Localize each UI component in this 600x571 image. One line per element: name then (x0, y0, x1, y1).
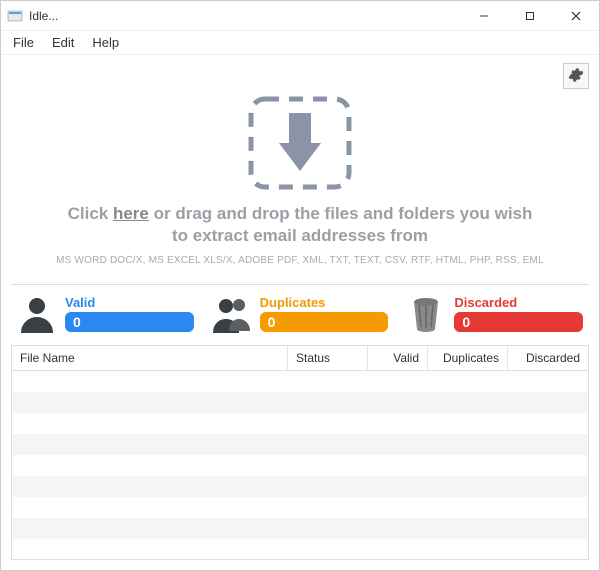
stat-duplicates: Duplicates 0 (212, 293, 389, 333)
menu-edit[interactable]: Edit (44, 33, 82, 52)
stat-valid-label: Valid (65, 295, 194, 310)
close-button[interactable] (553, 1, 599, 31)
maximize-button[interactable] (507, 1, 553, 31)
stat-discarded-label: Discarded (454, 295, 583, 310)
stat-discarded-body: Discarded 0 (454, 295, 583, 332)
stat-valid-count: 0 (65, 312, 194, 332)
table-row (12, 455, 588, 476)
col-discarded[interactable]: Discarded (508, 346, 588, 370)
table-row (12, 497, 588, 518)
stat-duplicates-count: 0 (260, 312, 389, 332)
file-table: File Name Status Valid Duplicates Discar… (11, 345, 589, 560)
instr-prefix: Click (68, 204, 113, 223)
col-valid[interactable]: Valid (368, 346, 428, 370)
stat-discarded-count: 0 (454, 312, 583, 332)
table-body (12, 371, 588, 559)
users-icon (212, 293, 252, 333)
col-status[interactable]: Status (288, 346, 368, 370)
stat-duplicates-label: Duplicates (260, 295, 389, 310)
stat-duplicates-body: Duplicates 0 (260, 295, 389, 332)
settings-button[interactable] (563, 63, 589, 89)
menu-help[interactable]: Help (84, 33, 127, 52)
titlebar-left: Idle... (7, 8, 58, 24)
browse-link[interactable]: here (113, 204, 149, 223)
minimize-button[interactable] (461, 1, 507, 31)
table-row (12, 371, 588, 392)
stat-valid-body: Valid 0 (65, 295, 194, 332)
instr-line2: to extract email addresses from (172, 226, 428, 245)
divider (11, 284, 589, 285)
stats-row: Valid 0 Duplicates 0 (11, 293, 589, 333)
table-row (12, 392, 588, 413)
drop-arrow-icon (245, 93, 355, 193)
supported-filetypes: MS WORD DOC/X, MS EXCEL XLS/X, ADOBE PDF… (56, 255, 544, 266)
drop-instructions: Click here or drag and drop the files an… (68, 203, 533, 247)
instr-mid: or drag and drop the files and folders y… (149, 204, 533, 223)
col-filename[interactable]: File Name (12, 346, 288, 370)
col-duplicates[interactable]: Duplicates (428, 346, 508, 370)
window-title: Idle... (29, 9, 58, 23)
menu-file[interactable]: File (5, 33, 42, 52)
toolbar-row (11, 63, 589, 89)
table-row (12, 476, 588, 497)
trash-icon (406, 293, 446, 333)
table-row (12, 434, 588, 455)
titlebar: Idle... (1, 1, 599, 31)
main-content: Click here or drag and drop the files an… (1, 55, 599, 570)
gear-icon (568, 67, 584, 86)
app-icon (7, 8, 23, 24)
stat-discarded: Discarded 0 (406, 293, 583, 333)
window-controls (461, 1, 599, 31)
table-header: File Name Status Valid Duplicates Discar… (12, 346, 588, 371)
stat-valid: Valid 0 (17, 293, 194, 333)
table-row (12, 518, 588, 539)
menubar: File Edit Help (1, 31, 599, 55)
user-icon (17, 293, 57, 333)
table-row (12, 413, 588, 434)
drop-zone[interactable]: Click here or drag and drop the files an… (11, 89, 589, 274)
